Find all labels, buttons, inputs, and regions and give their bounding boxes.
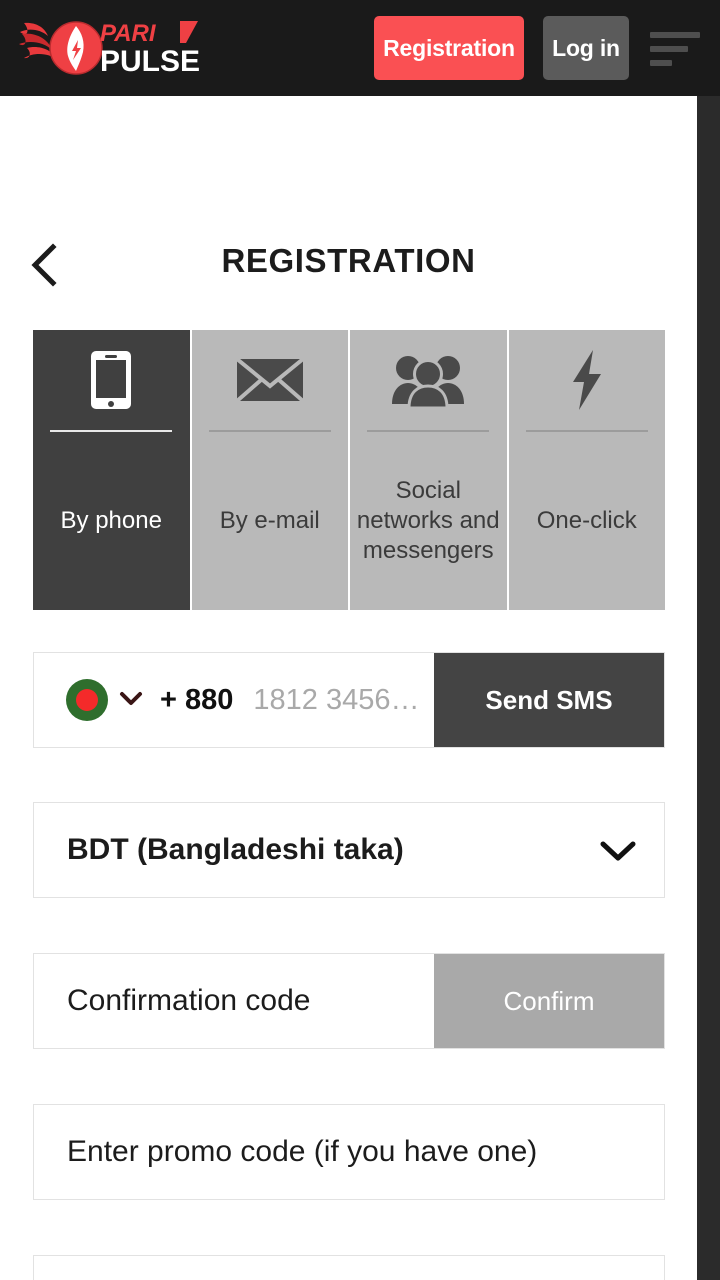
menu-bar-1: [650, 32, 700, 38]
currency-value: BDT (Bangladeshi taka): [67, 833, 404, 866]
logo-text-pari: PARI: [100, 20, 157, 47]
bangladesh-flag-icon[interactable]: [66, 679, 108, 721]
hamburger-menu-icon[interactable]: [650, 32, 700, 66]
tab-by-email-label: By e-mail: [219, 507, 320, 534]
phone-input-field[interactable]: + 880 1812 3456…: [34, 653, 434, 747]
flag-center-dot: [76, 689, 98, 711]
menu-bar-3: [650, 60, 672, 66]
logo-bat-mark-icon: [19, 21, 103, 75]
phone-number-placeholder: 1812 3456…: [253, 683, 420, 716]
logo-wordmark: PARI PULSE: [100, 20, 200, 75]
tab-by-email[interactable]: By e-mail: [191, 330, 349, 610]
people-group-icon: [350, 330, 507, 430]
page-title: REGISTRATION: [221, 242, 476, 279]
logo-text-pulse: PULSE: [100, 45, 200, 75]
promo-code-input[interactable]: Enter promo code (if you have one): [34, 1105, 664, 1199]
bonus-dropdown-icon[interactable]: [572, 1256, 664, 1280]
mobile-phone-icon: [33, 330, 190, 430]
right-edge-gutter: [697, 96, 720, 1280]
app-screen: PARI PULSE Registration Log in REGISTRAT…: [0, 0, 720, 1280]
lightning-bolt-icon: [509, 330, 666, 430]
pari-pulse-logo[interactable]: PARI PULSE: [18, 16, 218, 80]
dial-code: + 880: [160, 683, 234, 716]
country-dropdown-icon[interactable]: [118, 690, 144, 711]
tab-one-click[interactable]: One-click: [508, 330, 666, 610]
promo-code-row[interactable]: Enter promo code (if you have one): [33, 1104, 665, 1200]
page-content: REGISTRATION By phone By e-mail Social n…: [0, 96, 697, 1280]
confirm-button[interactable]: Confirm: [434, 954, 664, 1048]
bonus-row-content: Bonus for sports betting: [34, 1256, 572, 1280]
tab-by-phone[interactable]: By phone: [33, 330, 190, 610]
tab-social-networks[interactable]: Social networks and messengers: [350, 330, 507, 610]
login-button[interactable]: Log in: [543, 16, 629, 80]
currency-dropdown-icon[interactable]: [572, 803, 664, 897]
phone-input-row: + 880 1812 3456… Send SMS: [33, 652, 665, 748]
send-sms-button[interactable]: Send SMS: [434, 653, 664, 747]
top-navigation-bar: PARI PULSE Registration Log in: [0, 0, 720, 96]
bonus-select-row[interactable]: Bonus for sports betting: [33, 1255, 665, 1280]
registration-method-tabs: By phone By e-mail Social networks and m…: [33, 330, 665, 610]
currency-select-row[interactable]: BDT (Bangladeshi taka): [33, 802, 665, 898]
tab-by-phone-label: By phone: [60, 507, 162, 534]
envelope-icon: [192, 330, 349, 430]
registration-button[interactable]: Registration: [374, 16, 524, 80]
tab-social-networks-label: Social networks and messengers: [356, 477, 500, 564]
tab-one-click-label: One-click: [536, 507, 637, 534]
menu-bar-2: [650, 46, 688, 52]
confirmation-code-input[interactable]: Confirmation code: [34, 954, 434, 1048]
confirmation-code-row: Confirmation code Confirm: [33, 953, 665, 1049]
